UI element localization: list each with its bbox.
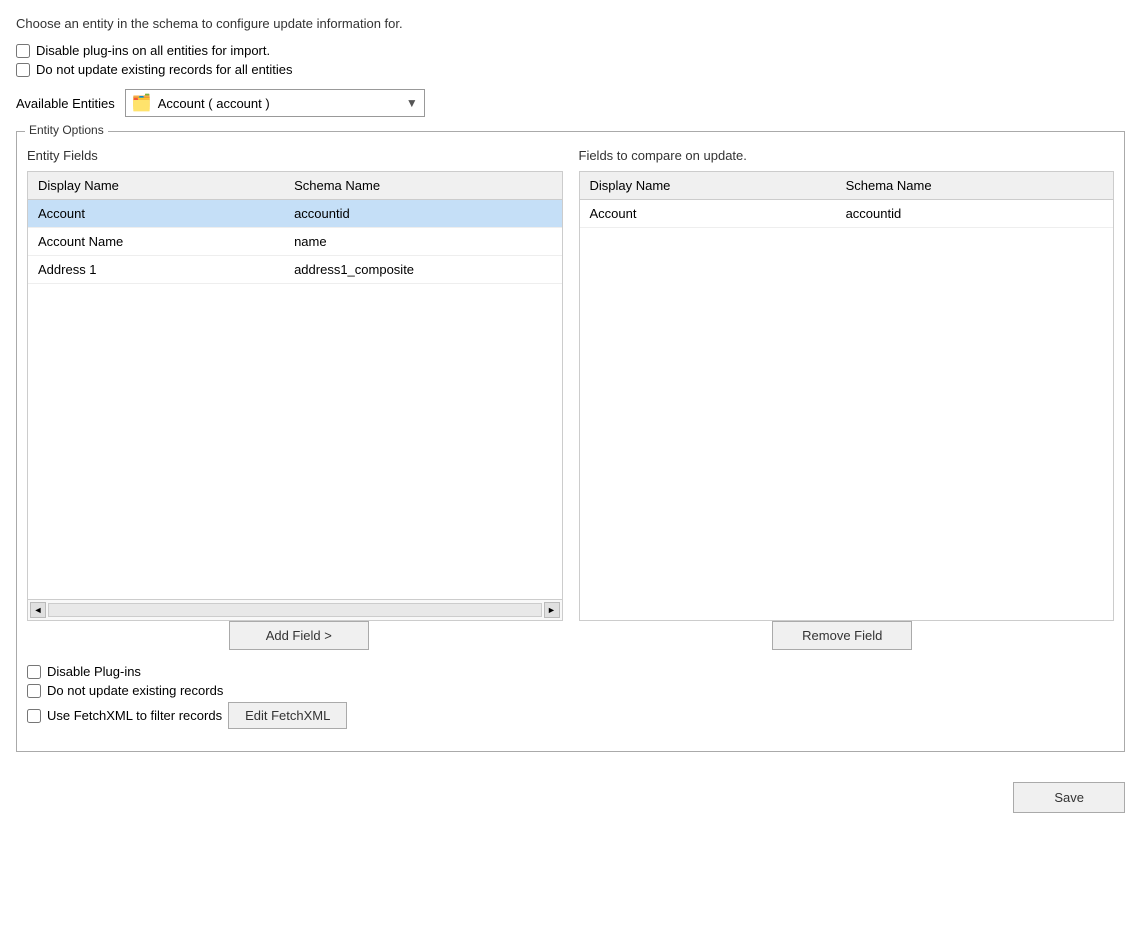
use-fetchxml-checkbox[interactable] <box>27 709 41 723</box>
save-button[interactable]: Save <box>1013 782 1125 813</box>
table-row[interactable]: Address 1address1_composite <box>28 256 562 284</box>
display-name-cell: Account <box>580 200 836 228</box>
no-update-row: Do not update existing records <box>27 683 1114 698</box>
entity-options-content: Entity Fields Display Name Schema Name <box>27 148 1114 729</box>
entity-fields-tbody: AccountaccountidAccount NamenameAddress … <box>28 200 562 284</box>
disable-plugins-row: Disable Plug-ins <box>27 664 1114 679</box>
schema-name-cell: accountid <box>284 200 561 228</box>
compare-fields-title: Fields to compare on update. <box>579 148 1115 163</box>
scroll-left-arrow[interactable]: ◄ <box>30 602 46 618</box>
entity-fields-header-row: Display Name Schema Name <box>28 172 562 200</box>
add-field-button[interactable]: Add Field > <box>229 621 369 650</box>
scroll-track[interactable] <box>48 603 542 617</box>
global-disable-plugins-row: Disable plug-ins on all entities for imp… <box>16 43 1125 58</box>
available-entities-label: Available Entities <box>16 96 115 111</box>
global-no-update-checkbox[interactable] <box>16 63 30 77</box>
schema-name-cell: address1_composite <box>284 256 561 284</box>
table-row[interactable]: Accountaccountid <box>28 200 562 228</box>
fields-container: Entity Fields Display Name Schema Name <box>27 148 1114 621</box>
field-buttons-row: Add Field > Remove Field <box>27 621 1114 650</box>
disable-plugins-checkbox[interactable] <box>27 665 41 679</box>
entity-fields-col-schema: Schema Name <box>284 172 561 200</box>
entity-options-legend: Entity Options <box>25 123 108 137</box>
entity-fields-title: Entity Fields <box>27 148 563 163</box>
entity-selected-text: Account ( account ) <box>158 96 400 111</box>
bottom-bar: Save <box>16 772 1125 813</box>
table-row[interactable]: Accountaccountid <box>580 200 1114 228</box>
global-no-update-row: Do not update existing records for all e… <box>16 62 1125 77</box>
available-entities-row: Available Entities 🗂️ Account ( account … <box>16 89 1125 117</box>
right-fields-panel: Fields to compare on update. Display Nam… <box>579 148 1115 621</box>
table-row[interactable]: Account Namename <box>28 228 562 256</box>
compare-fields-tbody: Accountaccountid <box>580 200 1114 228</box>
global-disable-plugins-label: Disable plug-ins on all entities for imp… <box>36 43 270 58</box>
chevron-down-icon: ▼ <box>406 96 418 110</box>
remove-field-area: Remove Field <box>571 621 1115 650</box>
schema-name-cell: accountid <box>836 200 1113 228</box>
compare-fields-col-schema: Schema Name <box>836 172 1113 200</box>
entity-icon: 🗂️ <box>132 93 152 113</box>
global-no-update-label: Do not update existing records for all e… <box>36 62 293 77</box>
compare-fields-table: Display Name Schema Name Accountaccounti… <box>580 172 1114 228</box>
no-update-label: Do not update existing records <box>47 683 223 698</box>
horizontal-scrollbar[interactable]: ◄ ► <box>28 599 562 620</box>
display-name-cell: Address 1 <box>28 256 284 284</box>
disable-plugins-label: Disable Plug-ins <box>47 664 141 679</box>
use-fetchxml-label: Use FetchXML to filter records <box>47 708 222 723</box>
display-name-cell: Account Name <box>28 228 284 256</box>
entity-fields-col-display: Display Name <box>28 172 284 200</box>
entity-fields-scroll[interactable]: Display Name Schema Name Accountaccounti… <box>28 172 562 599</box>
left-fields-panel: Entity Fields Display Name Schema Name <box>27 148 563 621</box>
compare-fields-col-display: Display Name <box>580 172 836 200</box>
compare-fields-table-wrapper: Display Name Schema Name Accountaccounti… <box>579 171 1115 621</box>
schema-name-cell: name <box>284 228 561 256</box>
no-update-checkbox[interactable] <box>27 684 41 698</box>
entity-options-group: Entity Options Entity Fields Display Nam… <box>16 131 1125 752</box>
use-fetchxml-row: Use FetchXML to filter records Edit Fetc… <box>27 702 1114 729</box>
remove-field-button[interactable]: Remove Field <box>772 621 912 650</box>
scroll-right-arrow[interactable]: ► <box>544 602 560 618</box>
entity-dropdown[interactable]: 🗂️ Account ( account ) ▼ <box>125 89 425 117</box>
edit-fetchxml-button[interactable]: Edit FetchXML <box>228 702 347 729</box>
global-disable-plugins-checkbox[interactable] <box>16 44 30 58</box>
display-name-cell: Account <box>28 200 284 228</box>
global-options: Disable plug-ins on all entities for imp… <box>16 43 1125 77</box>
compare-fields-header-row: Display Name Schema Name <box>580 172 1114 200</box>
entity-fields-table-wrapper: Display Name Schema Name Accountaccounti… <box>27 171 563 621</box>
entity-fields-table: Display Name Schema Name Accountaccounti… <box>28 172 562 284</box>
add-field-area: Add Field > <box>27 621 571 650</box>
intro-text: Choose an entity in the schema to config… <box>16 16 1125 31</box>
entity-checkboxes: Disable Plug-ins Do not update existing … <box>27 664 1114 729</box>
